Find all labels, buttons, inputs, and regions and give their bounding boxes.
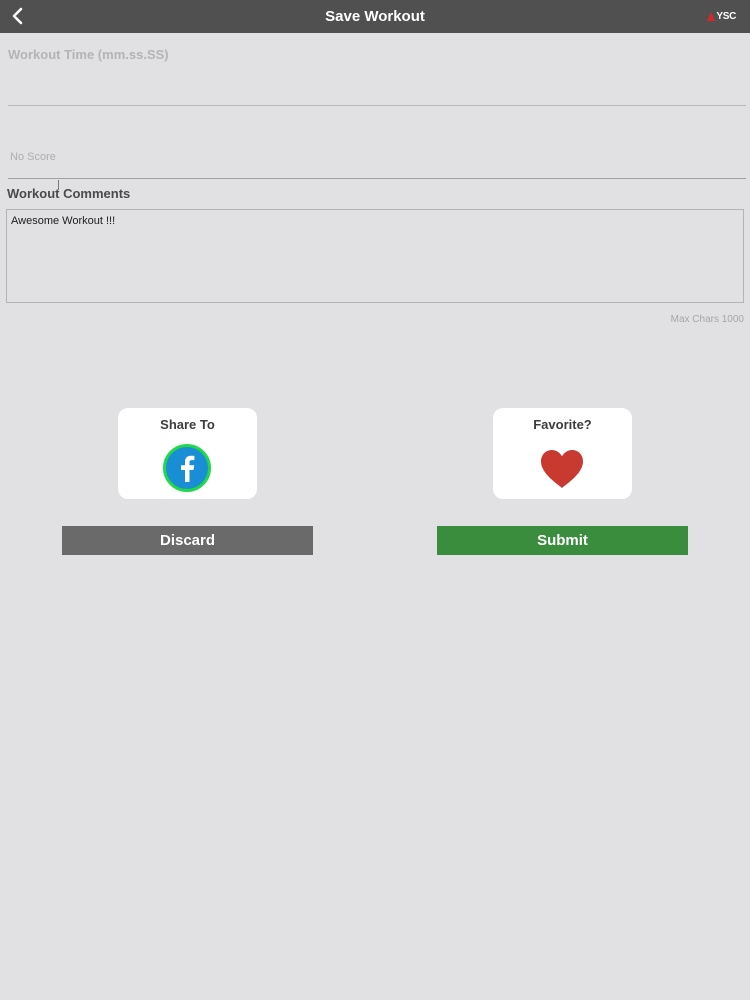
share-facebook-card[interactable]: Share To <box>118 408 257 499</box>
discard-button[interactable]: Discard <box>62 526 313 555</box>
workout-comments-label: Workout Comments <box>7 186 131 201</box>
favorite-card[interactable]: Favorite? <box>493 408 632 499</box>
heart-icon[interactable] <box>539 448 585 490</box>
logo-mark-icon <box>707 11 716 21</box>
logo-text: YSC <box>716 10 736 22</box>
app-logo: YSC <box>707 9 736 23</box>
favorite-label: Favorite? <box>533 417 592 432</box>
max-chars-hint: Max Chars 1000 <box>670 314 744 325</box>
page-title: Save Workout <box>325 8 425 25</box>
workout-time-input-underline[interactable] <box>8 105 746 106</box>
workout-time-label: Workout Time (mm.ss.SS) <box>8 47 169 62</box>
submit-button[interactable]: Submit <box>437 526 688 555</box>
score-field[interactable]: No Score <box>10 151 56 163</box>
share-to-label: Share To <box>160 417 215 432</box>
workout-comments-input[interactable]: Awesome Workout !!! <box>6 209 744 303</box>
facebook-icon[interactable] <box>163 444 211 492</box>
top-bar: Save Workout YSC <box>0 0 750 33</box>
score-field-underline <box>8 178 746 179</box>
